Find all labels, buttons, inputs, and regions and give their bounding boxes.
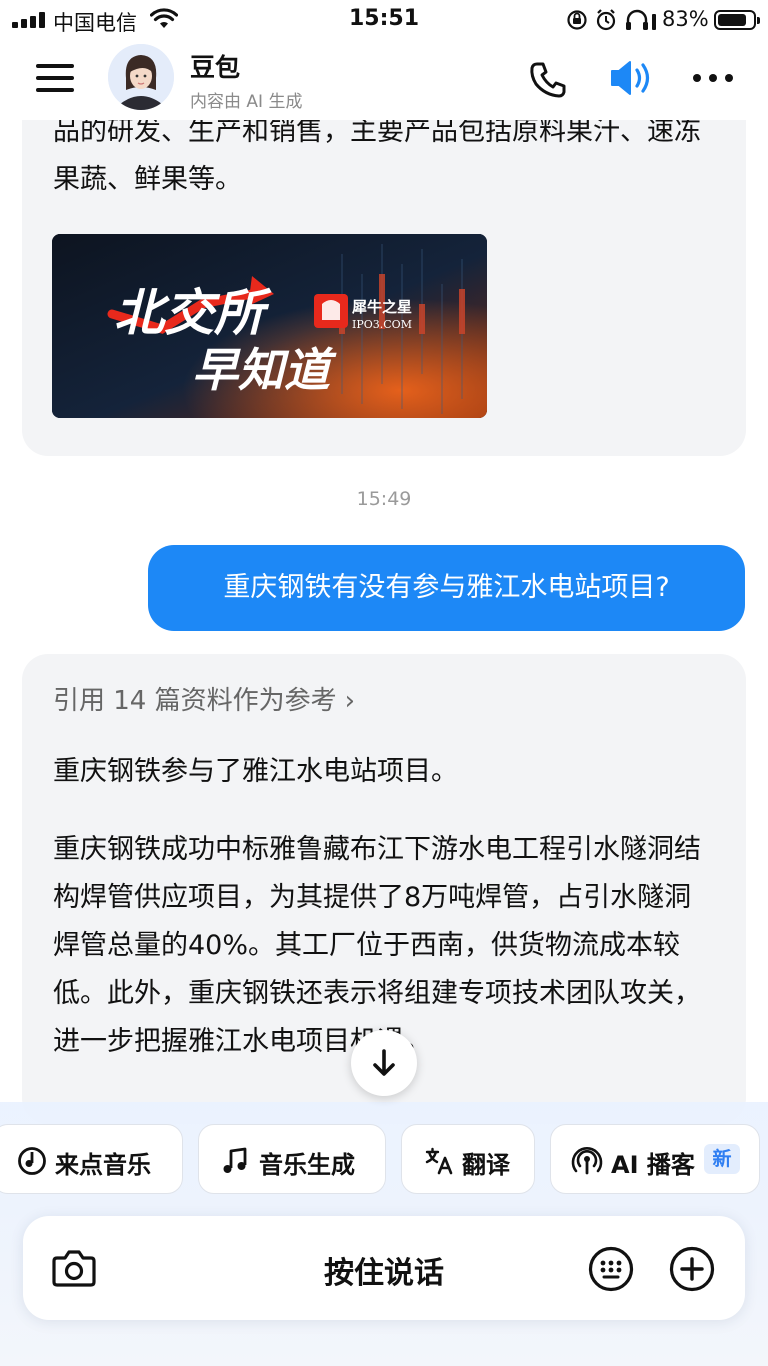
battery-icon [714, 10, 760, 30]
logo-name: 犀牛之星 [351, 298, 412, 316]
avatar-image [108, 44, 174, 110]
input-bar: 按住说话 [23, 1216, 745, 1320]
music-note-icon [223, 1147, 247, 1173]
ai-message-text: 品的研发、生产和销售，主要产品包括原料果汁、速冻果蔬、鲜果等。 [53, 116, 701, 195]
headphones-icon [626, 9, 656, 30]
quick-action-translate[interactable]: 翻译 [401, 1124, 535, 1194]
quick-action-label: 来点音乐 [55, 1151, 151, 1179]
quick-action-podcast[interactable]: AI 播客 新 [550, 1124, 760, 1194]
user-message[interactable]: 重庆钢铁有没有参与雅江水电站项目? [148, 545, 745, 631]
chat-header: 豆包 内容由 AI 生成 [0, 40, 768, 120]
image-title-line1: 北交所 [114, 284, 272, 342]
references-link[interactable]: 引用 14 篇资料作为参考 › [53, 680, 355, 717]
alarm-icon [596, 9, 616, 31]
more-icon[interactable] [693, 74, 733, 82]
battery-fill [718, 14, 747, 26]
music-disc-icon [18, 1147, 46, 1175]
image-title-line2: 早知道 [192, 343, 337, 397]
quick-action-music[interactable]: 来点音乐 [0, 1124, 183, 1194]
new-badge: 新 [704, 1144, 740, 1174]
references-label: 引用 14 篇资料作为参考 [53, 686, 337, 716]
ai-generated-note: 内容由 AI 生成 [190, 92, 303, 112]
avatar[interactable] [108, 44, 174, 110]
answer-summary: 重庆钢铁参与了雅江水电站项目。 [53, 756, 458, 787]
quick-action-music-generate[interactable]: 音乐生成 [198, 1124, 386, 1194]
orientation-lock-icon [567, 10, 587, 30]
arrow-down-icon [373, 1049, 395, 1076]
message-timestamp: 15:49 [356, 488, 412, 510]
quick-action-label: 音乐生成 [259, 1151, 355, 1179]
translate-icon [425, 1147, 453, 1175]
quick-action-label: AI 播客 [611, 1151, 695, 1179]
plus-icon[interactable] [668, 1245, 716, 1293]
chevron-right-icon: › [344, 686, 356, 716]
hold-to-talk-button[interactable]: 按住说话 [23, 1248, 745, 1292]
logo-url: IPO3.COM [352, 318, 412, 331]
status-icons [567, 9, 656, 31]
quick-action-label: 翻译 [462, 1151, 510, 1179]
news-cover-image[interactable]: 北交所 早知道 犀牛之星 IPO3.COM [52, 234, 487, 418]
speaker-icon[interactable] [608, 58, 654, 98]
ai-message-previous: 品的研发、生产和销售，主要产品包括原料果汁、速冻果蔬、鲜果等。 北交所 早知道 … [22, 80, 746, 456]
keyboard-icon[interactable] [587, 1245, 635, 1293]
podcast-icon [571, 1147, 603, 1175]
bot-name: 豆包 [190, 53, 241, 82]
battery-percent: 83% [662, 7, 709, 31]
status-bar: 中国电信 15:51 83% [0, 0, 768, 40]
menu-icon[interactable] [36, 64, 74, 92]
phone-icon[interactable] [528, 60, 568, 100]
scroll-to-bottom-button[interactable] [351, 1030, 417, 1096]
